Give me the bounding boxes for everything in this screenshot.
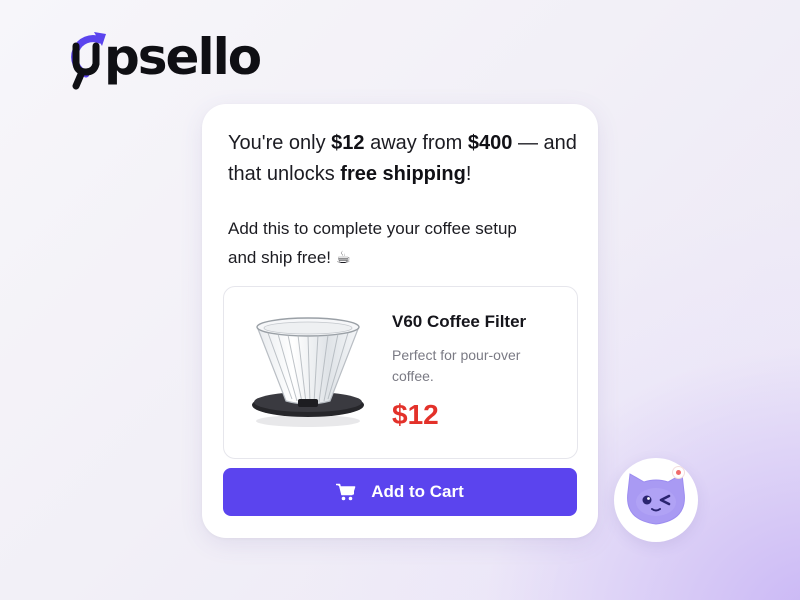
- amount-away: $12: [331, 132, 365, 154]
- reward-text: free shipping: [340, 163, 466, 185]
- headline-prefix: You're only: [228, 132, 332, 154]
- add-to-cart-label: Add to Cart: [371, 482, 464, 501]
- product-tile[interactable]: V60 Coffee Filter Perfect for pour-over …: [223, 286, 578, 459]
- product-price: $12: [392, 399, 439, 430]
- circular-arrow-u-icon: [60, 28, 110, 90]
- cart-icon: [335, 483, 356, 501]
- product-name[interactable]: V60 Coffee Filter: [392, 312, 526, 332]
- winking-cat-mascot-icon: [627, 473, 685, 525]
- free-shipping-threshold: $400: [467, 132, 513, 154]
- pour-over-dripper-icon: [246, 309, 372, 435]
- upsell-headline: You're only $12 away from $400 — and tha…: [228, 128, 578, 190]
- headline-suffix: !: [465, 163, 472, 185]
- upsell-card: You're only $12 away from $400 — and tha…: [202, 104, 598, 538]
- add-to-cart-button[interactable]: Add to Cart: [223, 468, 577, 516]
- brand-logo: psello: [60, 28, 262, 90]
- red-dot-icon: [673, 467, 684, 478]
- chat-widget-button[interactable]: [614, 458, 698, 542]
- headline-middle: away from: [364, 132, 468, 154]
- product-description: Perfect for pour-over coffee.: [392, 347, 521, 384]
- brand-wordmark: psello: [104, 28, 262, 86]
- upsell-subtext: Add this to complete your coffee setup a…: [228, 219, 517, 267]
